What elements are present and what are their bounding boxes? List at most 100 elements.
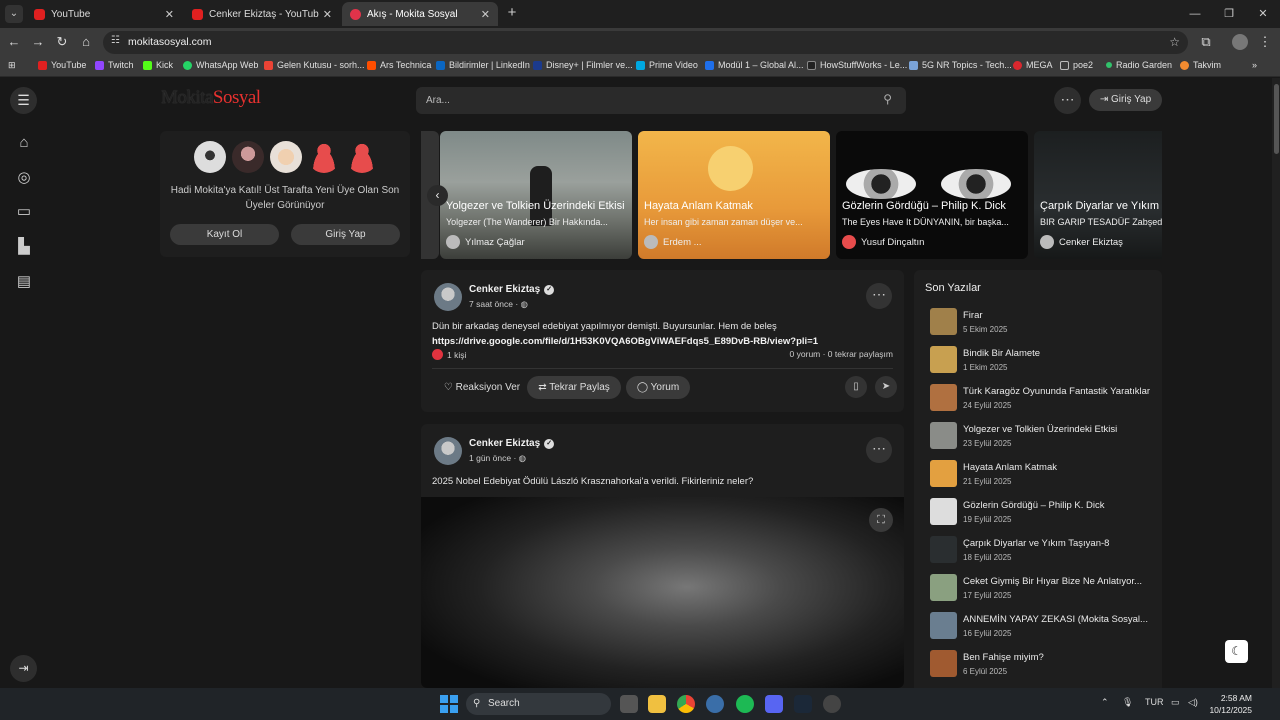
app-icon[interactable]	[823, 695, 841, 713]
bookmark-item[interactable]: Radio Garden	[1106, 60, 1172, 70]
browser-menu-icon[interactable]: ⋮	[1256, 33, 1274, 51]
bookmark-item[interactable]: 5G NR Topics - Tech...	[909, 60, 1012, 70]
bookmark-item[interactable]: poe2	[1060, 60, 1093, 70]
tab-close-icon[interactable]: ✕	[323, 8, 332, 21]
carousel-card[interactable]: Çarpık Diyarlar ve Yıkım Ta... BIR GARIP…	[1034, 131, 1162, 259]
bookmark-item[interactable]: Bildirimler | LinkedIn	[436, 60, 530, 70]
extensions-icon[interactable]: ⧉	[1197, 33, 1215, 51]
steam-icon[interactable]	[794, 695, 812, 713]
react-button[interactable]: ♡ Reaksiyon Ver	[432, 376, 532, 399]
tv-icon[interactable]: ▭	[12, 200, 36, 224]
bookmark-item[interactable]: Twitch	[95, 60, 134, 70]
tab-search-icon[interactable]: ⌄	[5, 5, 23, 23]
bookmark-item[interactable]: WhatsApp Web	[183, 60, 258, 70]
tray-chevron-icon[interactable]: ⌃	[1101, 697, 1109, 708]
post-image[interactable]	[421, 497, 904, 688]
bookmark-item[interactable]: Disney+ | Filmler ve...	[533, 60, 633, 70]
back-icon[interactable]: ←	[5, 33, 23, 51]
carousel-card[interactable]: Gözlerin Gördüğü – Philip K. Dick The Ey…	[836, 131, 1028, 259]
more-options-button[interactable]: ⋯	[1054, 87, 1081, 114]
bookmark-item[interactable]: YouTube	[38, 60, 86, 70]
default-avatar-icon[interactable]	[308, 141, 340, 173]
search-icon[interactable]: ⚲	[883, 92, 892, 106]
login-icon[interactable]: ⇥	[10, 655, 37, 682]
bookmark-icon[interactable]: ▯	[845, 376, 867, 398]
profile-avatar[interactable]	[1232, 34, 1248, 50]
app-icon[interactable]	[706, 695, 724, 713]
windows-start-icon[interactable]	[440, 695, 458, 713]
avatar[interactable]	[270, 141, 302, 173]
post-more-button[interactable]: ⋯	[866, 437, 892, 463]
bookmark-star-icon[interactable]: ☆	[1169, 35, 1180, 49]
language-indicator[interactable]: TUR	[1145, 697, 1164, 707]
tab-close-icon[interactable]: ✕	[481, 8, 490, 21]
bookmark-item[interactable]: Modül 1 – Global Al...	[705, 60, 804, 70]
restore-icon[interactable]: ❐	[1212, 0, 1246, 28]
more-bookmarks-icon[interactable]: »	[1252, 60, 1257, 70]
home-icon[interactable]: ⌂	[12, 131, 36, 155]
post-stats[interactable]: 0 yorum · 0 tekrar paylaşım	[790, 349, 893, 359]
site-logo[interactable]: MokitaSosyal	[161, 87, 261, 109]
post-author[interactable]: Cenker Ekiztaş ✓	[469, 284, 555, 295]
explore-icon[interactable]: ◎	[12, 166, 36, 190]
new-tab-button[interactable]: +	[503, 4, 521, 22]
browser-tab[interactable]: Cenker Ekiztaş - YouTube ✕	[184, 2, 340, 26]
network-icon[interactable]: ▭	[1171, 697, 1180, 708]
forward-icon[interactable]: →	[29, 33, 47, 51]
likes-count[interactable]: 1 kişi	[447, 350, 466, 360]
latest-post-item[interactable]: Bindik Bir Alamete 1 Ekim 2025	[930, 346, 1155, 374]
building-icon[interactable]: ▙	[12, 235, 36, 259]
microphone-icon[interactable]: 🎙	[1122, 697, 1133, 708]
bookmark-item[interactable]: Gelen Kutusu - sorh...	[264, 60, 365, 70]
latest-post-item[interactable]: Ben Fahişe miyim? 6 Eylül 2025	[930, 650, 1155, 678]
scrollbar-thumb[interactable]	[1274, 84, 1279, 154]
bookmark-item[interactable]: MEGA	[1013, 60, 1053, 70]
latest-post-item[interactable]: Firar 5 Ekim 2025	[930, 308, 1155, 336]
latest-post-item[interactable]: ANNEMİN YAPAY ZEKASI (Mokita Sosyal... 16…	[930, 612, 1155, 640]
latest-post-item[interactable]: Ceket Giymiş Bir Hıyar Bize Ne Anlatıyor…	[930, 574, 1155, 602]
discord-icon[interactable]	[765, 695, 783, 713]
bookmark-item[interactable]: Ars Technica	[367, 60, 431, 70]
bookmark-item[interactable]: Kick	[143, 60, 173, 70]
members-login-button[interactable]: Giriş Yap	[291, 224, 400, 245]
bookmark-item[interactable]: Takvim	[1180, 60, 1221, 70]
latest-post-item[interactable]: Türk Karagöz Oyununda Fantastik Yaratıkl…	[930, 384, 1155, 412]
file-explorer-icon[interactable]	[648, 695, 666, 713]
send-icon[interactable]: ➤	[875, 376, 897, 398]
carousel-prev-icon[interactable]: ‹	[427, 185, 448, 206]
avatar[interactable]	[194, 141, 226, 173]
latest-post-item[interactable]: Yolgezer ve Tolkien Üzerindeki Etkisi 23 …	[930, 422, 1155, 450]
search-input[interactable]	[416, 87, 876, 114]
volume-icon[interactable]: ◁)	[1188, 697, 1198, 708]
carousel-card[interactable]: Hayata Anlam Katmak Her insan gibi zaman…	[638, 131, 830, 259]
site-info-icon[interactable]: ☷	[111, 35, 120, 46]
login-button[interactable]: ⇥ Giriş Yap	[1089, 89, 1162, 111]
taskbar-search[interactable]: ⚲ Search	[466, 693, 611, 715]
task-view-icon[interactable]	[620, 695, 638, 713]
post-link[interactable]: https://drive.google.com/file/d/1H53K0VQ…	[432, 334, 818, 349]
carousel-card[interactable]: Yolgezer ve Tolkien Üzerindeki Etkisi Yo…	[440, 131, 632, 259]
reload-icon[interactable]: ↻	[53, 33, 71, 51]
post-more-button[interactable]: ⋯	[866, 283, 892, 309]
page-scrollbar[interactable]	[1272, 78, 1280, 688]
address-bar[interactable]: ☷ mokitasosyal.com ☆	[103, 31, 1188, 54]
avatar[interactable]	[232, 141, 264, 173]
minimize-icon[interactable]: —	[1178, 0, 1212, 28]
browser-tab[interactable]: YouTube ✕	[26, 2, 182, 26]
article-icon[interactable]: ▤	[12, 270, 36, 294]
menu-icon[interactable]: ☰	[10, 87, 37, 114]
bookmark-item[interactable]: Prime Video	[636, 60, 698, 70]
close-window-icon[interactable]: ✕	[1246, 0, 1280, 28]
taskbar-clock[interactable]: 2:58 AM 10/12/2025	[1209, 692, 1252, 716]
tab-close-icon[interactable]: ✕	[165, 8, 174, 21]
author-avatar[interactable]	[434, 283, 462, 311]
dark-mode-toggle-icon[interactable]: ☾	[1225, 640, 1248, 663]
browser-tab-active[interactable]: Akış - Mokita Sosyal ✕	[342, 2, 498, 26]
reshare-button[interactable]: ⇄ Tekrar Paylaş	[527, 376, 621, 399]
post-author[interactable]: Cenker Ekiztaş ✓	[469, 438, 555, 449]
home-icon[interactable]: ⌂	[77, 33, 95, 51]
expand-icon[interactable]: ⛶	[869, 508, 893, 532]
chrome-icon[interactable]	[677, 695, 695, 713]
apps-grid-icon[interactable]: ⊞	[8, 60, 16, 71]
default-avatar-icon[interactable]	[346, 141, 378, 173]
